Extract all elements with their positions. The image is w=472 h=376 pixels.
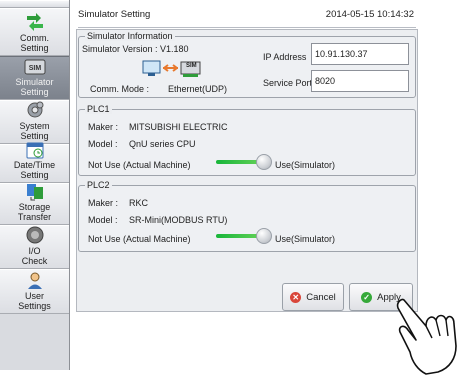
plc1-simulator-toggle[interactable] (216, 154, 276, 170)
sidebar-item-storage-transfer[interactable]: Storage Transfer (0, 183, 69, 225)
plc2-simulator-toggle[interactable] (216, 228, 276, 244)
simulator-icon: SIM (24, 57, 46, 76)
network-settings-icon (24, 12, 46, 32)
gear-icon (24, 100, 46, 120)
svg-text:SIM: SIM (28, 65, 41, 72)
not-use-label: Not Use (Actual Machine) (88, 160, 191, 170)
sidebar-item-system-setting[interactable]: System Setting (0, 100, 69, 144)
page-title: Simulator Setting (78, 9, 151, 20)
model-label: Model : (88, 215, 118, 225)
group-title: Simulator Information (85, 31, 175, 41)
cancel-button[interactable]: ✕ Cancel (282, 283, 344, 311)
user-icon (24, 270, 46, 290)
model-value: SR-Mini(MODBUS RTU) (129, 215, 228, 225)
pointing-hand-icon (396, 298, 457, 375)
ip-address-label: IP Address (263, 52, 307, 62)
ip-address-field[interactable]: 10.91.130.37 (311, 43, 409, 65)
settings-panel: Simulator Information Simulator Version … (76, 29, 418, 312)
toggle-knob[interactable] (256, 154, 272, 170)
sidebar-item-comm-setting[interactable]: Comm. Setting (0, 8, 69, 56)
version-value: V1.180 (160, 44, 189, 54)
comm-mode-label: Comm. Mode : (90, 84, 150, 94)
checkmark-icon: ✓ (361, 291, 373, 303)
maker-value: MITSUBISHI ELECTRIC (129, 122, 228, 132)
simulator-information-group: Simulator Information Simulator Version … (78, 31, 416, 98)
sidebar-item-simulator-setting[interactable]: SIM Simulator Setting (0, 56, 69, 100)
comm-mode-value: Ethernet(UDP) (168, 84, 228, 94)
datetime-display: 2014-05-15 10:14:32 (325, 9, 414, 20)
io-check-icon (24, 225, 46, 245)
maker-label: Maker : (88, 122, 119, 132)
maker-value: RKC (129, 198, 149, 208)
header-bar: Simulator Setting 2014-05-15 10:14:32 (78, 2, 416, 28)
version-label: Simulator Version : (82, 44, 158, 54)
use-simulator-label: Use(Simulator) (275, 234, 336, 244)
toggle-knob[interactable] (256, 228, 272, 244)
cancel-label: Cancel (306, 291, 336, 303)
group-title: PLC2 (85, 180, 112, 190)
calendar-icon (24, 141, 46, 159)
sidebar-item-io-check[interactable]: I/O Check (0, 225, 69, 269)
sim-badge: SIM (186, 63, 197, 69)
sidebar-item-date-time-setting[interactable]: Date/Time Setting (0, 141, 69, 183)
storage-transfer-icon (24, 181, 46, 201)
sidebar: Comm. Setting SIM Simulator Setting Syst… (0, 0, 70, 370)
sidebar-item-partial-top[interactable] (0, 0, 69, 8)
service-port-field[interactable]: 8020 (311, 70, 409, 92)
group-title: PLC1 (85, 104, 112, 114)
sidebar-item-user-settings[interactable]: User Settings (0, 269, 69, 314)
model-label: Model : (88, 139, 118, 149)
pc-to-simulator-icon (142, 59, 202, 79)
maker-label: Maker : (88, 198, 119, 208)
not-use-label: Not Use (Actual Machine) (88, 234, 191, 244)
plc2-group: PLC2 Maker : RKC Model : SR-Mini(MODBUS … (78, 180, 416, 252)
service-port-label: Service Port (263, 78, 313, 88)
cancel-icon: ✕ (290, 291, 302, 303)
plc1-group: PLC1 Maker : MITSUBISHI ELECTRIC Model :… (78, 104, 416, 176)
model-value: QnU series CPU (129, 139, 196, 149)
use-simulator-label: Use(Simulator) (275, 160, 336, 170)
